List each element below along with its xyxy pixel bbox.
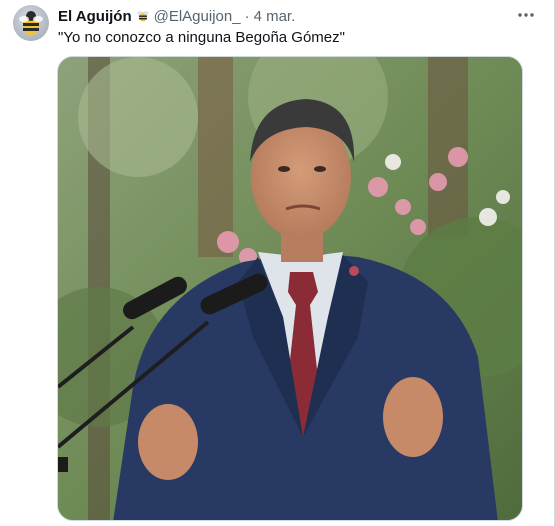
bee-avatar-icon — [19, 11, 43, 35]
author-handle[interactable]: @ElAguijon_ — [154, 8, 241, 25]
more-options-button[interactable] — [514, 6, 538, 24]
photo-illustration — [58, 57, 522, 520]
tweet-text: "Yo no conozco a ninguna Begoña Gómez" — [58, 29, 345, 46]
author-display-name[interactable]: El Aguijón — [58, 8, 132, 25]
separator-dot: · — [244, 7, 250, 25]
author-avatar[interactable] — [13, 5, 49, 41]
tweet-header: El Aguijón @ElAguijon_ · 4 mar. — [58, 6, 534, 26]
more-horizontal-icon — [518, 13, 534, 17]
bee-icon — [137, 11, 149, 22]
tweet-date[interactable]: 4 mar. — [254, 8, 296, 25]
tweet-photo[interactable] — [57, 56, 523, 521]
tweet-card[interactable]: El Aguijón @ElAguijon_ · 4 mar. "Yo no c… — [0, 0, 555, 526]
